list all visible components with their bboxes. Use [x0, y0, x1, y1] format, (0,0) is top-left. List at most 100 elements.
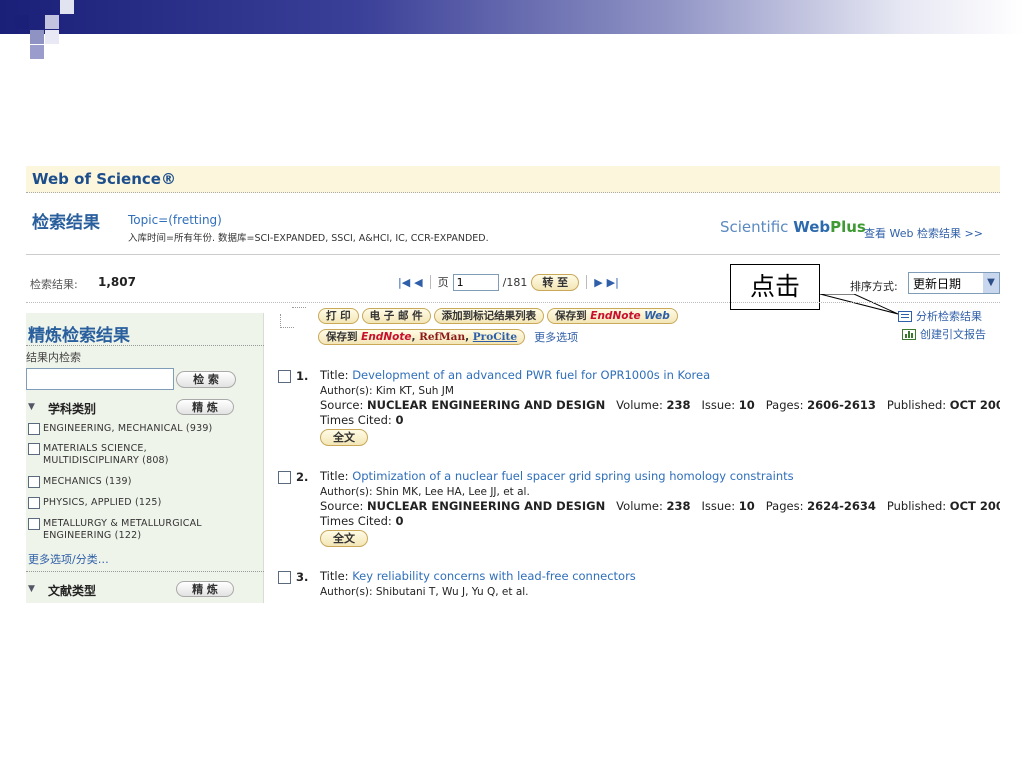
category-item[interactable]: MECHANICS (139) — [28, 476, 132, 488]
document-type-header[interactable]: ▼ 文献类型 精 炼 — [26, 581, 264, 599]
record-title-link[interactable]: Optimization of a nuclear fuel spacer gr… — [352, 469, 793, 483]
decor-square — [15, 15, 29, 29]
search-within-input[interactable] — [26, 368, 174, 390]
more-options-link[interactable]: 更多选项 — [534, 329, 578, 345]
save-to-endnote-web-button[interactable]: 保存到 EndNote Web — [547, 308, 678, 324]
separator-comma: , — [465, 331, 470, 343]
pages-value: 2624-2634 — [807, 499, 876, 513]
refine-button[interactable]: 精 炼 — [176, 399, 234, 415]
save-to-endnote-refman-procite-button[interactable]: 保存到 EndNote, RefMan, ProCite — [318, 329, 526, 345]
volume-label: Volume: — [605, 499, 667, 513]
wos-header-bar: Web of Science® — [26, 166, 1000, 193]
category-checkbox[interactable] — [28, 423, 40, 435]
pages-label: Pages: — [754, 499, 808, 513]
output-toolbar-row1: 打 印 电 子 邮 件 添加到标记结果列表 保存到 EndNote Web — [318, 308, 678, 324]
record-checkbox[interactable] — [278, 370, 291, 383]
published-value: OCT 2008 — [949, 398, 1000, 412]
volume-value: 238 — [666, 398, 691, 412]
published-label: Published: — [875, 499, 950, 513]
collapse-triangle-icon[interactable]: ▼ — [28, 584, 35, 594]
collapse-triangle-icon[interactable]: ▼ — [28, 402, 35, 412]
decor-square — [60, 0, 74, 14]
go-to-page-button[interactable]: 转 至 — [531, 273, 580, 291]
print-button[interactable]: 打 印 — [318, 308, 359, 324]
divider — [586, 275, 588, 289]
category-label: ENGINEERING, MECHANICAL (939) — [43, 423, 213, 434]
times-cited-value[interactable]: 0 — [395, 413, 403, 427]
pages-value: 2606-2613 — [807, 398, 876, 412]
divider — [26, 302, 1000, 303]
category-label: METALLURGY & METALLURGICAL ENGINEERING (… — [43, 518, 202, 541]
view-web-results-link[interactable]: 查看 Web 检索结果 >> — [864, 225, 983, 241]
record-checkbox[interactable] — [278, 571, 291, 584]
email-button[interactable]: 电 子 邮 件 — [361, 308, 431, 324]
scientific-webplus-logo[interactable]: Scientific WebPlus — [720, 218, 866, 236]
source-label: Source: — [320, 398, 368, 412]
record-source: Source: NUCLEAR ENGINEERING AND DESIGN V… — [320, 399, 1000, 412]
analyze-results-link[interactable]: 分析检索结果 — [898, 308, 982, 324]
result-record: 1. Title: Development of an advanced PWR… — [278, 369, 1000, 459]
issue-value: 10 — [738, 499, 755, 513]
category-checkbox[interactable] — [28, 443, 40, 455]
full-text-button[interactable]: 全文 — [320, 530, 368, 547]
record-checkbox[interactable] — [278, 471, 291, 484]
category-item[interactable]: METALLURGY & METALLURGICAL ENGINEERING (… — [28, 518, 238, 542]
times-cited: Times Cited: 0 — [320, 515, 403, 528]
prev-page-icon[interactable]: ◀ — [414, 276, 422, 289]
record-title-link[interactable]: Development of an advanced PWR fuel for … — [352, 368, 710, 382]
times-cited-label: Times Cited: — [320, 413, 396, 427]
wos-results-screenshot: Web of Science® 检索结果 Topic=(fretting) 入库… — [26, 166, 1000, 603]
divider — [429, 275, 431, 289]
issue-value: 10 — [738, 398, 755, 412]
analyze-icon — [898, 310, 912, 322]
record-number: 2. — [296, 470, 309, 484]
first-page-icon[interactable]: |◀ — [398, 276, 410, 289]
slide-header-band — [0, 0, 1024, 34]
next-page-icon[interactable]: ▶ — [594, 276, 602, 289]
volume-value: 238 — [666, 499, 691, 513]
analyze-label: 分析检索结果 — [916, 310, 982, 323]
times-cited-label: Times Cited: — [320, 514, 396, 528]
subject-category-header[interactable]: ▼ 学科类别 精 炼 — [26, 399, 264, 417]
result-record: 3. Title: Key reliability concerns with … — [278, 570, 1000, 603]
record-number: 1. — [296, 369, 309, 383]
record-source: Source: NUCLEAR ENGINEERING AND DESIGN V… — [320, 500, 1000, 513]
search-within-label: 结果内检索 — [26, 351, 81, 364]
more-categories-link[interactable]: 更多选项/分类… — [28, 551, 109, 567]
database-timespan: 入库时间=所有年份. 数据库=SCI-EXPANDED, SSCI, A&HCI… — [128, 233, 489, 244]
record-title-link[interactable]: Key reliability concerns with lead-free … — [352, 569, 636, 583]
chevron-down-icon[interactable]: ▼ — [983, 273, 999, 293]
search-within-button[interactable]: 检 索 — [176, 371, 236, 388]
record-title-line: Title: Development of an advanced PWR fu… — [320, 369, 710, 382]
citation-report-link[interactable]: 创建引文报告 — [902, 326, 986, 342]
category-checkbox[interactable] — [28, 497, 40, 509]
page-number-input[interactable] — [452, 273, 499, 291]
category-item[interactable]: MATERIALS SCIENCE, MULTIDISCIPLINARY (80… — [28, 443, 238, 467]
decor-square — [30, 45, 44, 59]
endnote-brand: EndNote — [590, 310, 641, 322]
last-page-icon[interactable]: ▶| — [607, 276, 619, 289]
category-label: PHYSICS, APPLIED (125) — [43, 497, 162, 508]
category-checkbox[interactable] — [28, 476, 40, 488]
add-to-marked-list-button[interactable]: 添加到标记结果列表 — [433, 308, 545, 324]
save-to-label: 保存到 — [326, 331, 358, 343]
record-authors: Author(s): Kim KT, Suh JM — [320, 385, 454, 397]
category-checkbox[interactable] — [28, 518, 40, 530]
sort-label: 排序方式: — [850, 280, 898, 293]
decor-square — [45, 15, 59, 29]
published-value: OCT 2008 — [949, 499, 1000, 513]
tree-connector — [292, 307, 306, 321]
times-cited: Times Cited: 0 — [320, 414, 403, 427]
sort-select[interactable]: 更新日期 ▼ — [908, 272, 1000, 294]
divider — [26, 345, 264, 346]
wos-title[interactable]: Web of Science® — [32, 170, 176, 188]
issue-label: Issue: — [690, 398, 739, 412]
full-text-button[interactable]: 全文 — [320, 429, 368, 446]
refine-button[interactable]: 精 炼 — [176, 581, 234, 597]
category-label: MATERIALS SCIENCE, MULTIDISCIPLINARY (80… — [43, 443, 169, 466]
results-count: 1,807 — [98, 275, 136, 289]
decor-square — [30, 30, 44, 44]
times-cited-value[interactable]: 0 — [395, 514, 403, 528]
category-item[interactable]: ENGINEERING, MECHANICAL (939) — [28, 423, 212, 435]
category-item[interactable]: PHYSICS, APPLIED (125) — [28, 497, 162, 509]
